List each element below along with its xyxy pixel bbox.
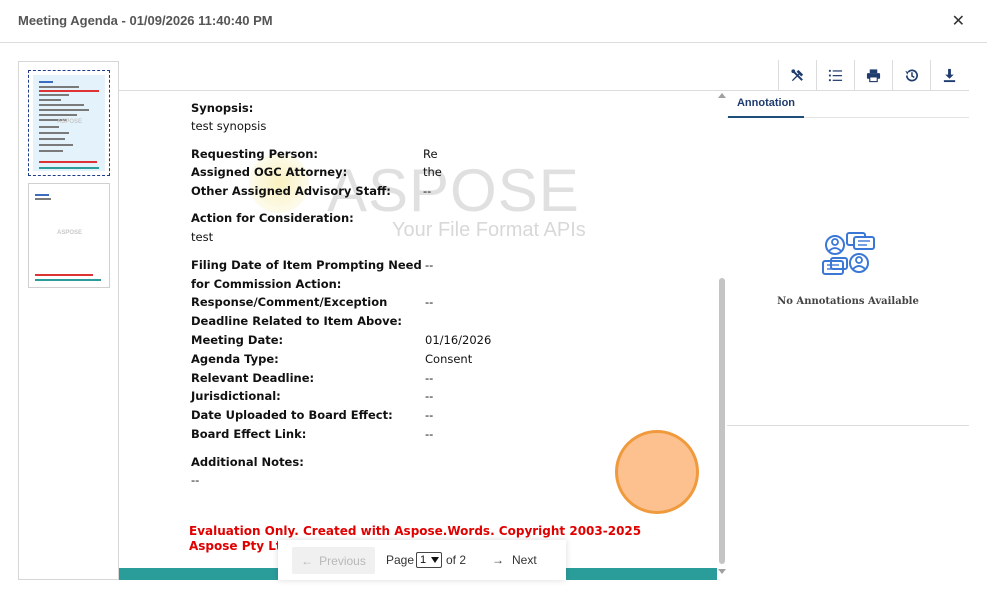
previous-label: Previous bbox=[319, 553, 366, 568]
response-value: -- bbox=[425, 295, 434, 309]
scroll-up-icon[interactable] bbox=[718, 93, 726, 98]
thumbnail-panel: ASPOSE ASPOSE bbox=[18, 61, 119, 580]
meeting-date-value: 01/16/2026 bbox=[425, 333, 492, 347]
response-label-cont: Deadline Related to Item Above: bbox=[191, 314, 402, 328]
scrollbar-thumb[interactable] bbox=[719, 278, 725, 564]
page-thumbnail-2[interactable]: ASPOSE bbox=[28, 183, 110, 288]
download-button[interactable] bbox=[930, 60, 968, 90]
page-select[interactable]: 1 bbox=[416, 552, 442, 568]
next-label: Next bbox=[512, 553, 537, 567]
history-icon bbox=[905, 68, 918, 81]
additional-notes-value: -- bbox=[191, 473, 200, 487]
touch-indicator bbox=[615, 430, 699, 514]
annotation-tabbar: Annotation bbox=[727, 91, 969, 118]
dialog-header: Meeting Agenda - 01/09/2026 11:40:40 PM … bbox=[0, 0, 987, 43]
no-annotations-text: No Annotations Available bbox=[777, 296, 919, 307]
agenda-type-label: Agenda Type: bbox=[191, 352, 279, 366]
board-link-label: Board Effect Link: bbox=[191, 427, 307, 441]
response-label: Response/Comment/Exception bbox=[191, 295, 388, 309]
ogc-attorney-value: the bbox=[423, 165, 442, 179]
filing-date-value: -- bbox=[425, 258, 434, 272]
meeting-date-label: Meeting Date: bbox=[191, 333, 284, 347]
relevant-deadline-label: Relevant Deadline: bbox=[191, 371, 315, 385]
scroll-down-icon[interactable] bbox=[718, 569, 726, 574]
thumbnail-watermark: ASPOSE bbox=[57, 230, 83, 236]
thumbnail-watermark: ASPOSE bbox=[57, 119, 83, 125]
agenda-type-value: Consent bbox=[425, 352, 473, 366]
action-value: test bbox=[191, 230, 214, 244]
page-select-value: 1 bbox=[420, 554, 427, 566]
filing-date-label-cont: for Commission Action: bbox=[191, 277, 342, 291]
download-icon bbox=[943, 68, 956, 82]
evaluation-line-1: Evaluation Only. Created with Aspose.Wor… bbox=[189, 524, 642, 538]
comments-people-icon bbox=[822, 232, 875, 275]
history-button[interactable] bbox=[892, 60, 930, 90]
jurisdictional-label: Jurisdictional: bbox=[191, 389, 281, 403]
outline-button[interactable] bbox=[816, 60, 854, 90]
tab-annotation[interactable]: Annotation bbox=[728, 91, 804, 118]
board-link-value: -- bbox=[425, 427, 434, 441]
chevron-down-icon bbox=[431, 557, 439, 563]
next-button[interactable]: → Next bbox=[492, 553, 537, 567]
page-label: Page bbox=[386, 553, 415, 567]
previous-button[interactable]: ← Previous bbox=[292, 547, 375, 574]
page-thumbnail-1-image: ASPOSE bbox=[33, 75, 105, 171]
arrow-right-icon: → bbox=[492, 553, 504, 567]
filing-date-label: Filing Date of Item Prompting Need bbox=[191, 258, 422, 272]
pagination-bar: ← Previous Page 1 of 2 → Next bbox=[278, 540, 566, 580]
print-button[interactable] bbox=[854, 60, 892, 90]
close-icon[interactable]: ✕ bbox=[952, 11, 965, 30]
annotation-panel: Annotation No Annotations Available bbox=[727, 91, 969, 426]
additional-notes-label: Additional Notes: bbox=[191, 455, 304, 469]
synopsis-label: Synopsis: bbox=[191, 101, 254, 115]
tools-icon bbox=[791, 68, 804, 81]
relevant-deadline-value: -- bbox=[425, 371, 434, 385]
page-thumbnail-1[interactable]: ASPOSE bbox=[28, 70, 110, 176]
watermark-logo-icon bbox=[249, 153, 309, 213]
print-icon bbox=[866, 68, 881, 82]
date-uploaded-value: -- bbox=[425, 408, 434, 422]
advisory-staff-value: -- bbox=[423, 184, 432, 198]
page-count-label: of 2 bbox=[446, 553, 467, 567]
advisory-staff-label: Other Assigned Advisory Staff: bbox=[191, 184, 391, 198]
requesting-person-value: Re bbox=[423, 147, 438, 161]
date-uploaded-label: Date Uploaded to Board Effect: bbox=[191, 408, 393, 422]
viewer-toolbar bbox=[778, 60, 968, 90]
arrow-left-icon: ← bbox=[301, 553, 314, 568]
tools-button[interactable] bbox=[778, 60, 816, 90]
watermark-subtitle: Your File Format APIs bbox=[392, 219, 586, 241]
action-label: Action for Consideration: bbox=[191, 211, 354, 225]
requesting-person-label: Requesting Person: bbox=[191, 147, 319, 161]
ogc-attorney-label: Assigned OGC Attorney: bbox=[191, 165, 348, 179]
list-icon bbox=[828, 69, 843, 81]
dialog-title: Meeting Agenda - 01/09/2026 11:40:40 PM bbox=[18, 13, 273, 28]
jurisdictional-value: -- bbox=[425, 389, 434, 403]
synopsis-value: test synopsis bbox=[191, 119, 267, 133]
